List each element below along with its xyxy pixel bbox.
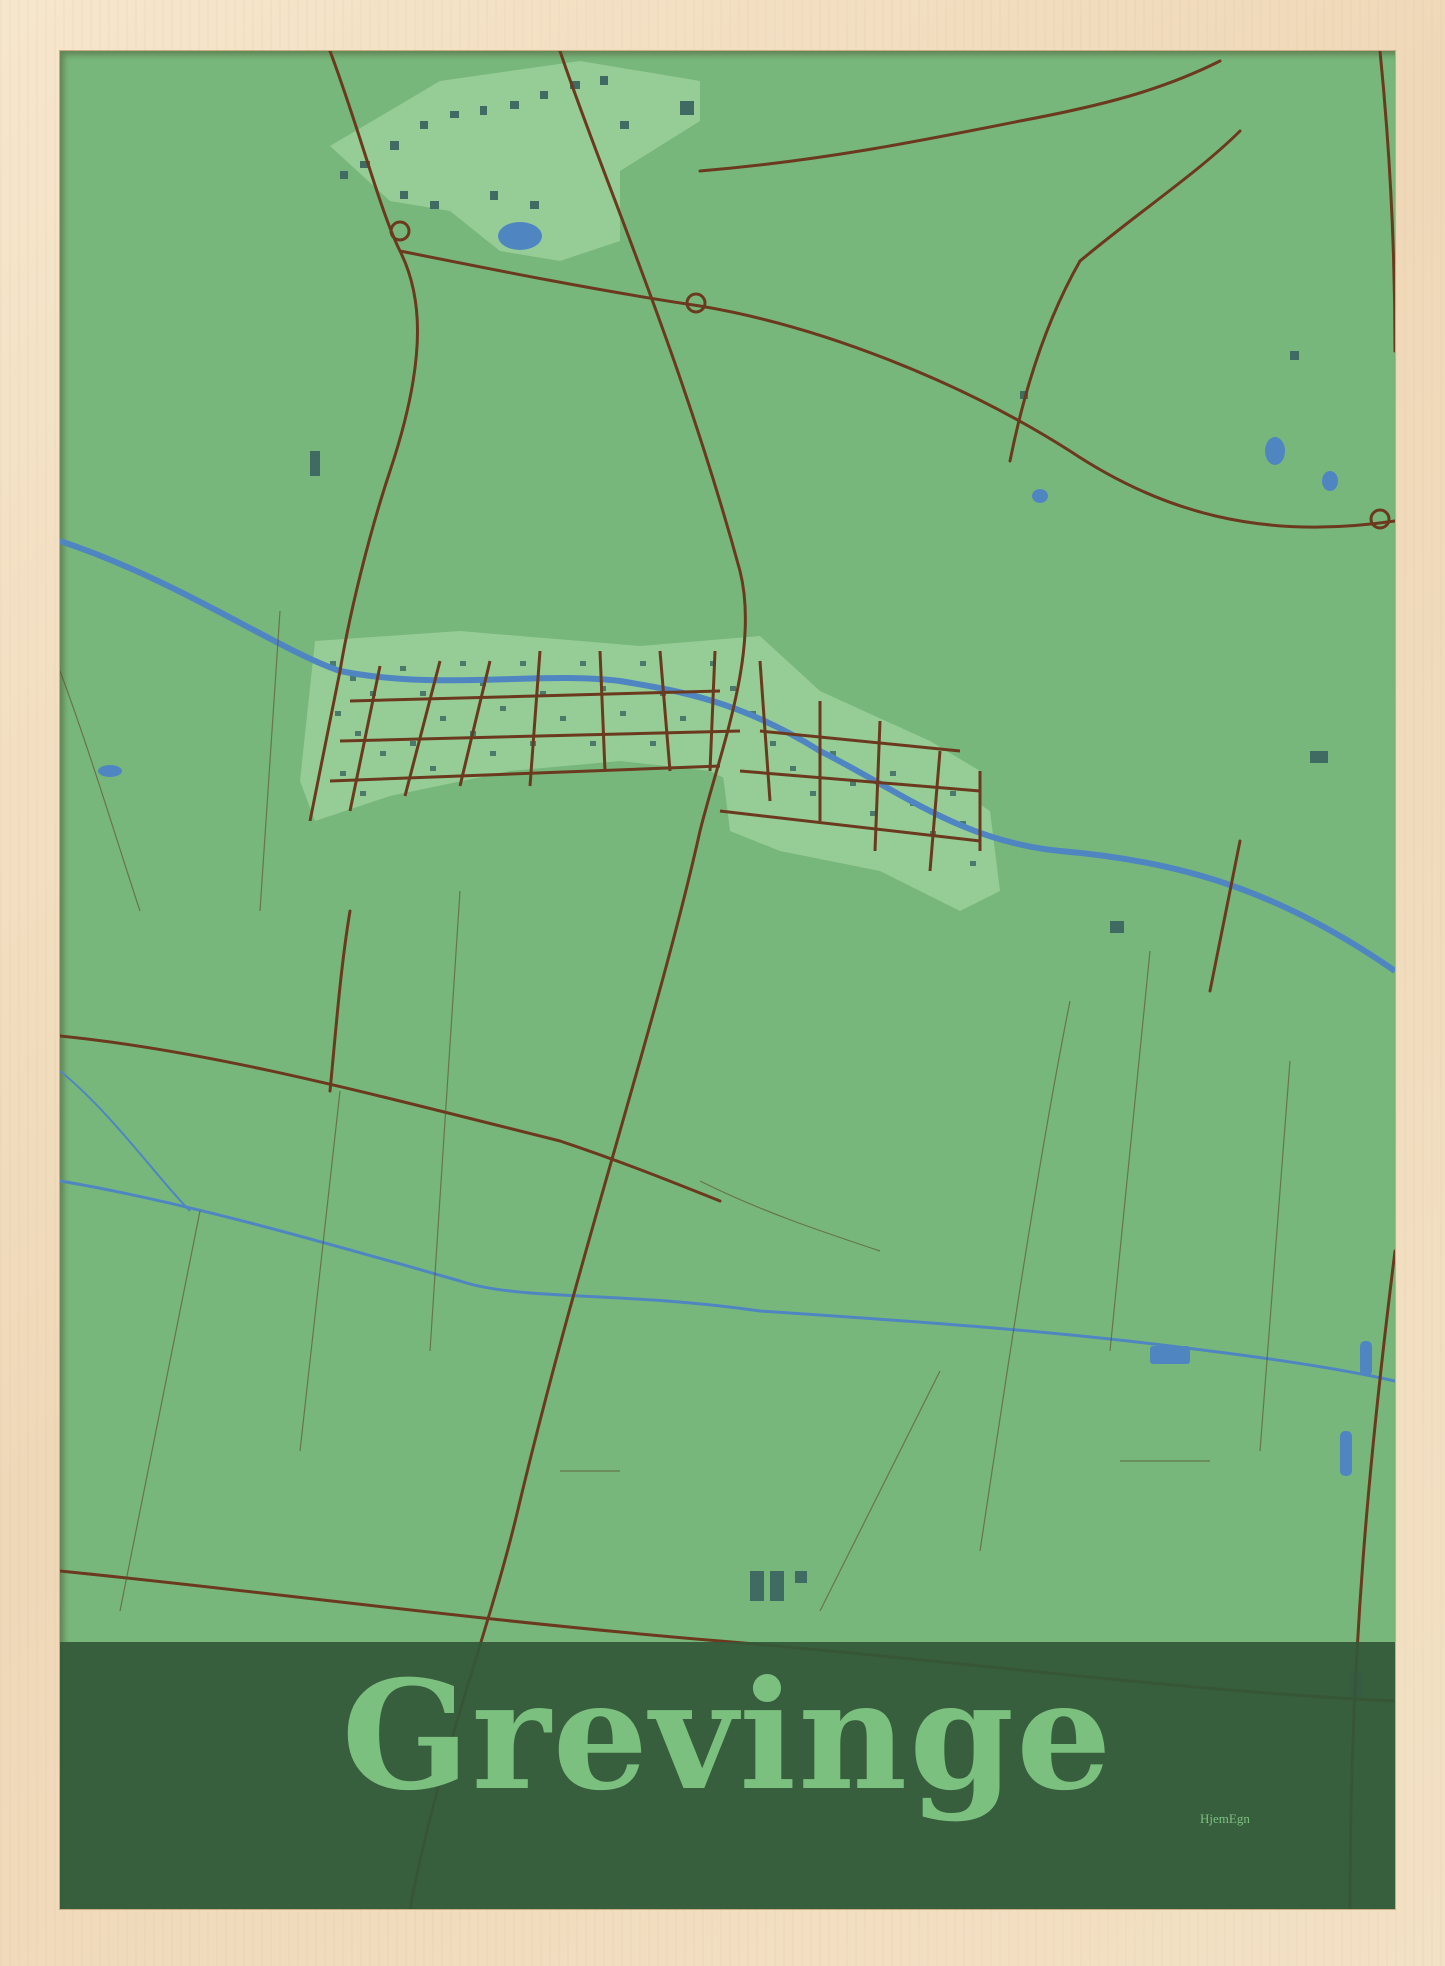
canal-south: [60, 1179, 1395, 1383]
road-cross-north: [398, 249, 1395, 529]
roads: [60, 51, 1395, 1909]
road-ne-2: [1008, 259, 1082, 463]
road-ne: [698, 59, 1222, 173]
wooden-frame: Grevinge HjemEgn: [0, 0, 1445, 1966]
road-east-branch: [1208, 839, 1242, 993]
poster-title: Grevinge: [341, 1648, 1114, 1824]
road-diag-ne: [1078, 129, 1242, 263]
brand-mark: HjemEgn: [1200, 1811, 1250, 1826]
road-east-edge: [1378, 51, 1395, 353]
ponds: [98, 222, 1372, 1701]
ditch-west: [60, 1070, 191, 1212]
road-main-ns: [408, 51, 747, 1909]
map-poster: Grevinge HjemEgn: [60, 51, 1395, 1909]
roundabouts: [389, 220, 1391, 530]
street-map: [60, 51, 1395, 1909]
road-west-south: [328, 909, 352, 1093]
